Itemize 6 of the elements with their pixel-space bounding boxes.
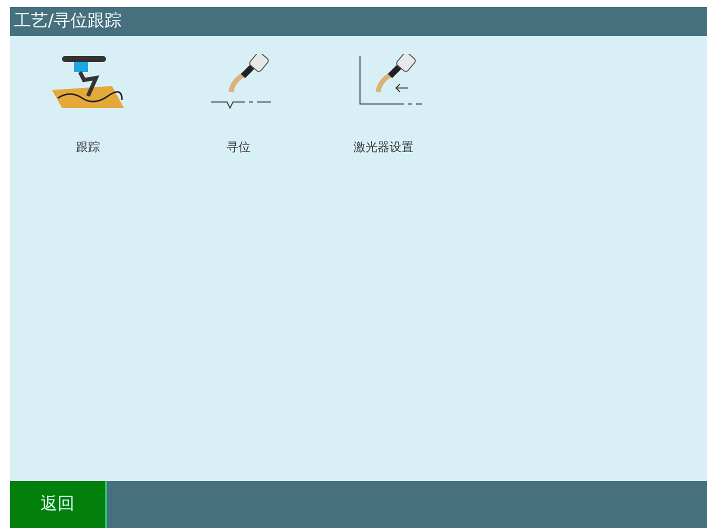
window-title: 工艺/寻位跟踪 <box>10 7 707 36</box>
tile-label: 激光器设置 <box>354 139 414 156</box>
welding-robot-icon[interactable] <box>50 54 126 110</box>
tile-label: 跟踪 <box>76 139 100 156</box>
tile-label: 寻位 <box>226 139 250 156</box>
back-button[interactable]: 返回 <box>10 481 107 528</box>
